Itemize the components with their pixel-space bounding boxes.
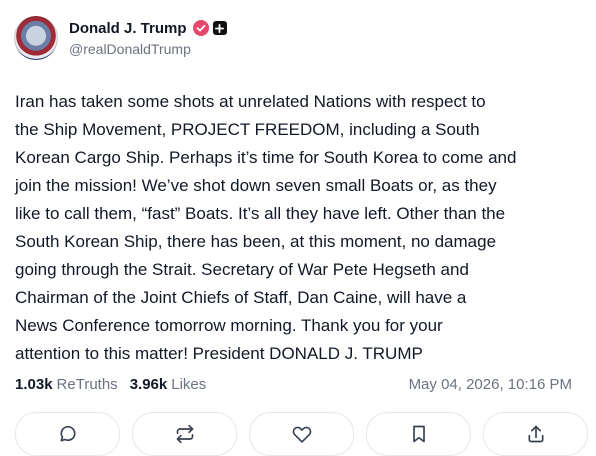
plus-icon [212, 21, 227, 35]
post-stats: 1.03k ReTruths 3.96k Likes [15, 376, 206, 393]
reply-button[interactable] [15, 412, 120, 456]
action-bar [15, 412, 588, 456]
verified-badge-icon [192, 20, 209, 36]
post-text: Iran has taken some shots at unrelated N… [15, 92, 517, 363]
heart-icon [292, 426, 311, 443]
author-info: Donald J. Trump @realDonaldTrump [69, 20, 227, 57]
handle[interactable]: @realDonaldTrump [69, 41, 227, 57]
display-name[interactable]: Donald J. Trump [69, 20, 187, 37]
bookmark-button[interactable] [366, 412, 471, 456]
likes-label: Likes [171, 376, 207, 393]
share-button[interactable] [483, 412, 588, 456]
comment-icon [60, 425, 76, 442]
likes-stat[interactable]: 3.96k Likes [130, 376, 207, 393]
post-timestamp[interactable]: May 04, 2026, 10:16 PM [409, 376, 572, 393]
like-button[interactable] [249, 412, 354, 456]
retruths-count: 1.03k [15, 376, 53, 393]
retruths-stat[interactable]: 1.03k ReTruths [15, 376, 118, 393]
name-row: Donald J. Trump [69, 20, 227, 37]
retruth-button[interactable] [132, 412, 237, 456]
bookmark-icon [412, 425, 425, 443]
post-header: Donald J. Trump @realDonaldTrump [14, 16, 227, 60]
retruths-label: ReTruths [56, 376, 118, 393]
likes-count: 3.96k [129, 376, 168, 393]
repost-icon [176, 424, 193, 444]
avatar[interactable] [14, 16, 58, 60]
share-icon [528, 425, 543, 443]
